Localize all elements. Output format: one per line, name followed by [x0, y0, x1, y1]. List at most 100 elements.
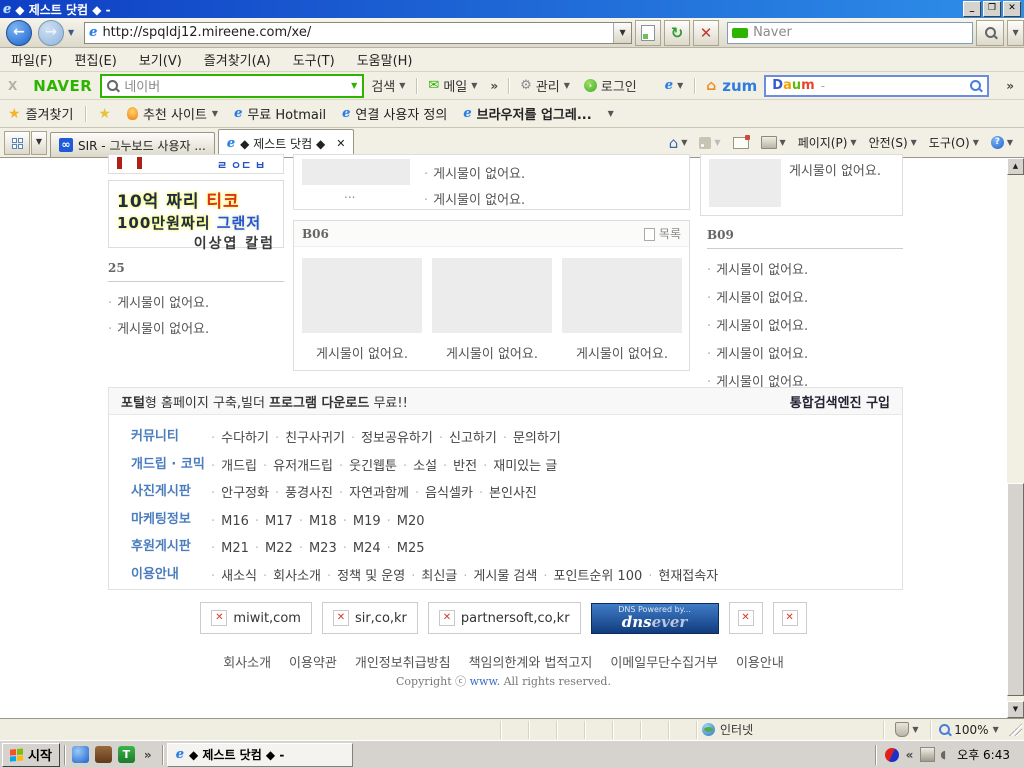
upgrade-browser-link[interactable]: e 브라우저를 업그레... [455, 104, 599, 123]
directory-link[interactable]: 정보공유하기 [361, 429, 433, 449]
search-icon[interactable] [970, 80, 981, 91]
chevron-down-icon[interactable]: ▼ [351, 81, 357, 90]
directory-category[interactable]: 커뮤니티 [131, 429, 209, 445]
directory-link[interactable]: 문의하기 [513, 429, 561, 449]
directory-link[interactable]: 최신글 [421, 567, 457, 587]
post-thumbnail[interactable] [709, 159, 781, 207]
directory-link[interactable]: 음식셀카 [425, 484, 473, 504]
directory-link[interactable]: 재미있는 글 [493, 457, 557, 477]
ie-menu-button[interactable]: e ▼ [658, 79, 690, 92]
list-link[interactable]: 목록 [644, 225, 681, 242]
broken-banner-miwit[interactable]: ✕ miwit,com [200, 602, 312, 634]
directory-link[interactable]: 친구사귀기 [285, 429, 345, 449]
print-button[interactable]: ▼ [756, 136, 791, 149]
directory-link[interactable]: M22 [265, 539, 293, 559]
chevron-down-icon[interactable]: ▼ [608, 109, 614, 118]
dnsever-banner[interactable]: DNS Powered by... dnsever [591, 603, 719, 634]
vertical-scrollbar[interactable]: ▲ ▼ [1007, 158, 1024, 718]
copyright-link[interactable]: www. [470, 675, 500, 688]
directory-link[interactable]: 게시물 검색 [473, 567, 537, 587]
hotmail-link[interactable]: e 무료 Hotmail [226, 104, 334, 123]
tab-zest-active[interactable]: e ◆ 제스트 닷컴 ◆ ✕ [218, 129, 355, 157]
directory-link[interactable]: 본인사진 [489, 484, 537, 504]
directory-link[interactable]: 정책 및 운영 [337, 567, 405, 587]
search-engine-purchase-link[interactable]: 통합검색엔진 구입 [790, 392, 890, 411]
directory-link[interactable]: M25 [397, 539, 425, 559]
naver-search-input[interactable]: 네이버 ▼ [100, 74, 364, 98]
resize-grip[interactable] [1009, 723, 1022, 736]
broken-banner-sir[interactable]: ✕ sir,co,kr [322, 602, 418, 634]
speaker-icon[interactable]: ◖ [940, 748, 946, 761]
directory-link[interactable]: M18 [309, 512, 337, 532]
post-thumbnail[interactable] [302, 159, 410, 185]
naver-login-button[interactable]: › 로그인 [577, 76, 644, 95]
page-menu-button[interactable]: 페이지(P)▼ [793, 134, 862, 151]
directory-link[interactable]: M21 [221, 539, 249, 559]
restore-button[interactable]: ❐ [983, 1, 1001, 17]
safety-menu-button[interactable]: 안전(S)▼ [864, 134, 922, 151]
menu-tools[interactable]: 도구(T) [282, 50, 346, 69]
directory-link[interactable]: M24 [353, 539, 381, 559]
zum-home-button[interactable]: ⌂ zum [699, 77, 764, 95]
footer-link[interactable]: 회사소개 [223, 652, 271, 671]
directory-category[interactable]: 후원게시판 [131, 539, 209, 555]
scrollbar-thumb[interactable] [1007, 483, 1024, 696]
directory-category[interactable]: 개드립 · 코믹 [131, 457, 209, 473]
directory-category[interactable]: 이용안내 [131, 567, 209, 583]
post-thumbnail[interactable] [562, 258, 682, 333]
directory-link[interactable]: 풍경사진 [285, 484, 333, 504]
toolbar-close-icon[interactable]: X [0, 79, 25, 93]
protected-mode-panel[interactable]: ▼ [883, 721, 930, 739]
url-text[interactable]: http://spqldj12.mireene.com/xe/ [102, 25, 613, 40]
quick-launch-t-icon[interactable]: T [118, 746, 135, 763]
directory-link[interactable]: 유저개드립 [273, 457, 333, 477]
directory-link[interactable]: 수다하기 [221, 429, 269, 449]
directory-link[interactable]: 회사소개 [273, 567, 321, 587]
quick-launch-app-icon[interactable] [95, 746, 112, 763]
post-thumbnail[interactable] [432, 258, 552, 333]
directory-link[interactable]: 신고하기 [449, 429, 497, 449]
home-button[interactable]: ⌂▼ [664, 134, 693, 152]
read-mail-button[interactable] [728, 137, 754, 149]
menu-favorites[interactable]: 즐겨찾기(A) [193, 50, 282, 69]
directory-category[interactable]: 마케팅정보 [131, 512, 209, 528]
directory-link[interactable]: 웃긴웹툰 [349, 457, 397, 477]
directory-link[interactable]: 반전 [453, 457, 477, 477]
menu-file[interactable]: 파일(F) [0, 50, 64, 69]
directory-link[interactable]: 포인트순위 100 [553, 567, 642, 587]
cropped-banner-image[interactable]: ㄹ ㅇㄷ ㅂ [108, 154, 284, 174]
directory-category[interactable]: 사진게시판 [131, 484, 209, 500]
close-button[interactable]: ✕ [1003, 1, 1021, 17]
tab-close-icon[interactable]: ✕ [336, 137, 345, 150]
add-favorites-bar-button[interactable]: ★ [90, 106, 119, 122]
footer-link[interactable]: 개인정보취급방침 [355, 652, 451, 671]
footer-link[interactable]: 이용약관 [289, 652, 337, 671]
search-options-dropdown[interactable]: ▼ [1007, 20, 1024, 46]
zoom-control[interactable]: 100% ▼ [930, 721, 1007, 739]
tray-collapse-chevron[interactable]: « [904, 748, 916, 762]
feeds-button[interactable]: ▼ [694, 137, 725, 149]
directory-link[interactable]: 현재접속자 [658, 567, 718, 587]
quick-launch-chevron[interactable]: » [138, 748, 158, 762]
directory-link[interactable]: M17 [265, 512, 293, 532]
directory-link[interactable]: 새소식 [221, 567, 257, 587]
directory-link[interactable]: M20 [397, 512, 425, 532]
directory-link[interactable]: 자연과함께 [349, 484, 409, 504]
toolbar-overflow-chevron[interactable]: » [1000, 79, 1024, 93]
scroll-down-button[interactable]: ▼ [1007, 701, 1024, 718]
suggested-sites-button[interactable]: 추천 사이트▼ [119, 104, 226, 123]
search-go-button[interactable] [976, 20, 1004, 46]
broken-banner[interactable]: ✕ [773, 602, 807, 634]
daum-search-input[interactable]: Daum - [764, 75, 989, 97]
directory-link[interactable]: 안구정화 [221, 484, 269, 504]
directory-link[interactable]: M16 [221, 512, 249, 532]
footer-link[interactable]: 책임의한계와 법적고지 [469, 652, 593, 671]
help-button[interactable]: ?▼ [986, 136, 1018, 149]
address-dropdown-icon[interactable]: ▼ [613, 23, 631, 43]
stop-button[interactable]: ✕ [693, 20, 719, 46]
naver-search-button[interactable]: 검색▼ [364, 76, 412, 95]
naver-logo[interactable]: NAVER [33, 77, 92, 95]
directory-link[interactable]: M23 [309, 539, 337, 559]
naver-mail-button[interactable]: ✉ 메일▼ [421, 76, 484, 95]
directory-link[interactable]: M19 [353, 512, 381, 532]
